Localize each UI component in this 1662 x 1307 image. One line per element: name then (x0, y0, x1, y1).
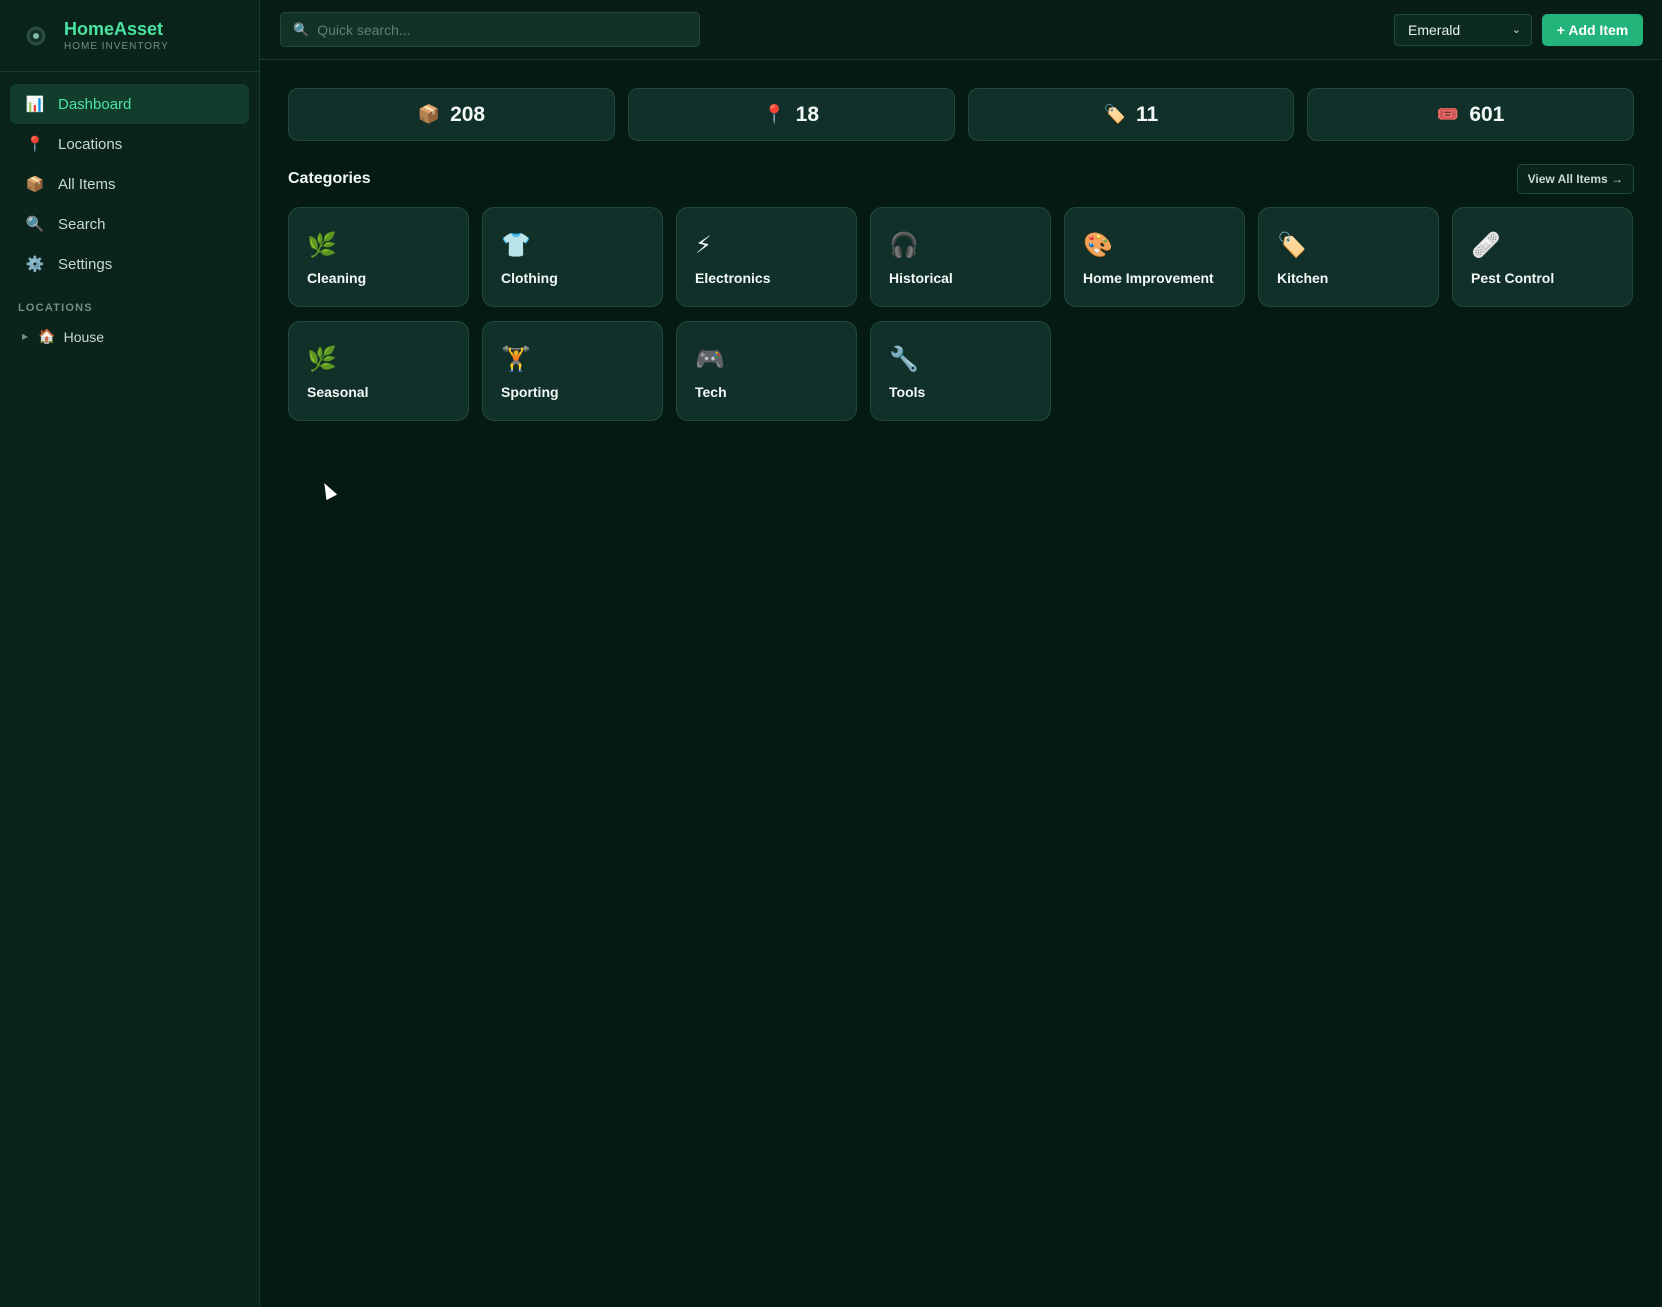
location-tree-item-house[interactable]: ▶ 🏠 House (0, 314, 259, 345)
gamepad-icon: 🎮 (695, 346, 725, 373)
category-label: Sporting (501, 384, 559, 400)
headphones-icon: 🎧 (889, 232, 919, 259)
brand[interactable]: HomeAsset HOME INVENTORY (0, 0, 259, 72)
category-card-sporting[interactable]: 🏋️ Sporting (482, 321, 663, 421)
category-card-tools[interactable]: 🔧 Tools (870, 321, 1051, 421)
sidebar-item-label: Search (58, 215, 106, 233)
gear-icon: ⚙️ (25, 256, 45, 273)
chart-icon: 📊 (25, 96, 45, 113)
weightlifter-icon: 🏋️ (501, 346, 531, 373)
quick-search[interactable]: 🔍 (280, 12, 700, 47)
category-card-historical[interactable]: 🎧 Historical (870, 207, 1051, 307)
shirt-icon: 👕 (501, 232, 531, 259)
theme-select-value: Emerald (1408, 22, 1461, 38)
category-label: Home Improvement (1083, 270, 1214, 286)
sidebar-item-label: Settings (58, 255, 113, 273)
bandage-icon: 🩹 (1471, 232, 1501, 259)
search-input[interactable] (317, 21, 688, 38)
pin-icon: 📍 (763, 104, 786, 124)
category-label: Seasonal (307, 384, 369, 400)
leaf-icon: 🌿 (307, 346, 337, 373)
box-icon: 📦 (417, 104, 441, 124)
stat-value: 601 (1469, 102, 1505, 126)
leaf-icon: 🌿 (307, 232, 337, 259)
tag-icon: 🏷️ (1277, 232, 1307, 259)
stats-row: 📦 208 📍 18 🏷️ 11 🎟️ 601 (288, 88, 1634, 141)
stat-value: 208 (450, 102, 486, 126)
sidebar-item-settings[interactable]: ⚙️ Settings (10, 244, 249, 284)
pin-icon: 📍 (25, 136, 45, 153)
stat-card-locations[interactable]: 📍 18 (627, 88, 955, 141)
sidebar-item-search[interactable]: 🔍 Search (10, 204, 249, 244)
search-icon: 🔍 (25, 216, 45, 233)
brand-title: HomeAsset (64, 19, 164, 39)
category-card-electronics[interactable]: ⚡ Electronics (676, 207, 857, 307)
dashboard-main: 📦 208 📍 18 🏷️ 11 🎟️ 601 Categories View … (288, 88, 1634, 421)
category-card-kitchen[interactable]: 🏷️ Kitchen (1258, 207, 1439, 307)
category-card-seasonal[interactable]: 🌿 Seasonal (288, 321, 469, 421)
stat-card-total[interactable]: 🎟️ 601 (1307, 88, 1634, 141)
category-label: Kitchen (1277, 270, 1329, 286)
category-label: Cleaning (307, 270, 367, 286)
sidebar: HomeAsset HOME INVENTORY 📊 Dashboard 📍 L… (0, 0, 260, 1307)
view-all-items-button[interactable]: View All Items → (1516, 163, 1634, 194)
sidebar-item-all-items[interactable]: 📦 All Items (10, 164, 249, 204)
sidebar-nav: 📊 Dashboard 📍 Locations 📦 All Items 🔍 Se… (0, 72, 259, 284)
sidebar-item-label: Dashboard (58, 95, 132, 113)
category-card-clothing[interactable]: 👕 Clothing (482, 207, 663, 307)
sidebar-item-label: Locations (58, 135, 123, 153)
wrench-icon: 🔧 (889, 346, 919, 373)
category-label: Tech (695, 384, 727, 400)
category-label: Tools (889, 384, 926, 400)
categories-grid: 🌿 Cleaning 👕 Clothing ⚡ Electronics 🎧 Hi… (288, 207, 1634, 421)
category-card-cleaning[interactable]: 🌿 Cleaning (288, 207, 469, 307)
add-item-button[interactable]: + Add Item (1542, 14, 1643, 46)
category-label: Electronics (695, 270, 771, 286)
topbar: 🔍 Emerald ⌄ + Add Item (260, 0, 1662, 60)
sidebar-item-dashboard[interactable]: 📊 Dashboard (10, 84, 249, 124)
category-card-tech[interactable]: 🎮 Tech (676, 321, 857, 421)
ticket-icon: 🎟️ (1436, 104, 1460, 124)
lightning-icon: ⚡ (695, 232, 712, 259)
categories-header: Categories View All Items → (288, 163, 1634, 194)
category-label: Clothing (501, 270, 558, 286)
stat-value: 18 (795, 102, 820, 126)
location-label: House (63, 328, 105, 345)
chevron-down-icon: ⌄ (1511, 24, 1521, 36)
brand-subtitle: HOME INVENTORY (64, 41, 169, 52)
stat-card-items[interactable]: 📦 208 (288, 88, 615, 141)
house-icon: 🏠 (38, 328, 56, 344)
mouse-cursor-icon (319, 480, 338, 501)
category-card-home-improvement[interactable]: 🎨 Home Improvement (1064, 207, 1245, 307)
stat-card-categories[interactable]: 🏷️ 11 (967, 88, 1295, 141)
logo-icon (24, 23, 48, 48)
sidebar-item-label: All Items (58, 175, 116, 193)
theme-select[interactable]: Emerald ⌄ (1394, 14, 1532, 46)
locations-section-title: LOCATIONS (18, 302, 93, 314)
palette-icon: 🎨 (1083, 232, 1113, 259)
categories-title: Categories (288, 169, 371, 187)
sidebar-item-locations[interactable]: 📍 Locations (10, 124, 249, 164)
box-icon: 📦 (25, 176, 45, 193)
category-card-pest-control[interactable]: 🩹 Pest Control (1452, 207, 1633, 307)
stat-value: 11 (1135, 102, 1159, 126)
category-label: Historical (889, 270, 953, 286)
category-label: Pest Control (1471, 270, 1555, 286)
search-icon: 🔍 (293, 21, 310, 37)
tag-icon: 🏷️ (1103, 104, 1126, 124)
caret-right-icon[interactable]: ▶ (22, 332, 28, 341)
